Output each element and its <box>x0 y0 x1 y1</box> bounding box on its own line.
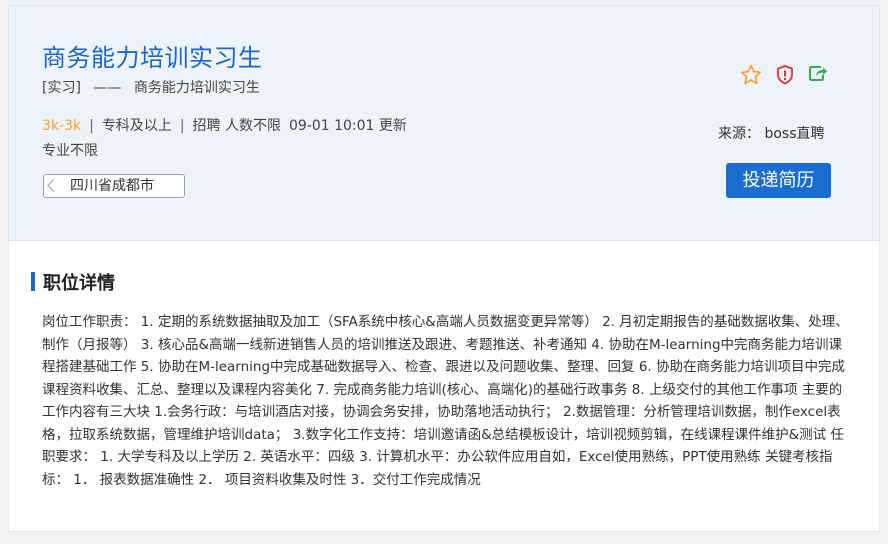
section-title: 职位详情 <box>43 273 115 294</box>
section-accent-bar <box>31 272 35 291</box>
star-icon[interactable] <box>739 63 763 87</box>
subtitle-dash: —— <box>93 80 122 96</box>
education: 专科及以上 <box>101 118 172 134</box>
job-details-card: 职位详情 岗位工作职责： 1. 定期的系统数据抽取及加工（SFA系统中核心&高端… <box>8 241 880 532</box>
apply-resume-button[interactable]: 投递简历 <box>726 163 831 198</box>
tag-notch <box>47 179 60 192</box>
job-subtitle-name: 商务能力培训实习生 <box>133 80 260 96</box>
location-text: 四川省成都市 <box>70 178 154 194</box>
report-icon[interactable] <box>773 63 797 87</box>
major-requirement: 专业不限 <box>42 143 98 159</box>
share-icon[interactable] <box>805 61 829 85</box>
updated-time: 09-01 10:01 更新 <box>288 118 407 134</box>
meta-separator: | <box>89 118 94 134</box>
job-meta: 3k-3k | 专科及以上 | 招聘 人数不限 09-01 10:01 更新 <box>42 115 407 135</box>
salary: 3k-3k <box>42 118 82 134</box>
meta-separator: | <box>179 118 185 134</box>
job-description: 岗位工作职责： 1. 定期的系统数据抽取及加工（SFA系统中核心&高端人员数据变… <box>42 314 849 488</box>
job-subtitle: [实习] —— 商务能力培训实习生 <box>42 77 260 97</box>
location-tag: 四川省成都市 <box>43 174 185 198</box>
job-type: [实习] <box>42 80 81 96</box>
source-label: 来源： boss直聘 <box>718 126 825 142</box>
headcount: 招聘 人数不限 <box>192 118 281 134</box>
job-header-card: 商务能力培训实习生 [实习] —— 商务能力培训实习生 3k-3k | 专科及以上 |… <box>8 5 880 241</box>
job-title: 商务能力培训实习生 <box>42 44 263 72</box>
